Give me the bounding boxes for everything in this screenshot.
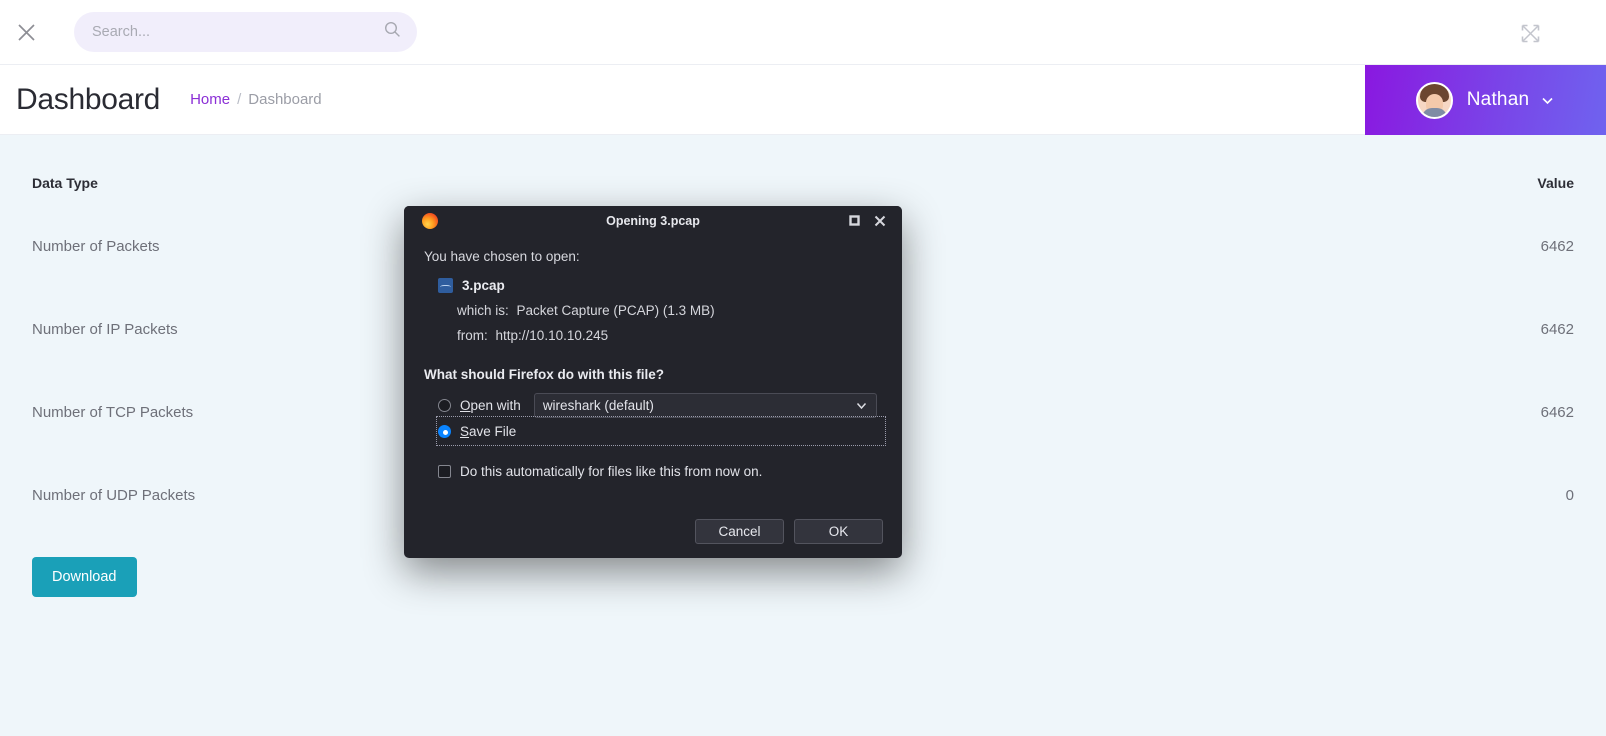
open-with-radio[interactable] <box>438 398 451 412</box>
file-type-label: which is: <box>457 303 509 318</box>
breadcrumb-home[interactable]: Home <box>190 91 230 108</box>
file-name: 3.pcap <box>462 278 505 293</box>
chevron-down-icon <box>855 399 868 412</box>
user-menu[interactable]: Nathan <box>1365 65 1606 135</box>
page-header: Dashboard Home / Dashboard Nathan <box>0 65 1606 135</box>
expand-icon[interactable] <box>1514 17 1546 49</box>
dialog-title: Opening 3.pcap <box>606 213 700 228</box>
open-with-selected-value: wireshark (default) <box>542 397 654 413</box>
open-with-option-row[interactable]: Open with wireshark (default) <box>438 392 882 418</box>
pcap-file-icon <box>438 278 453 293</box>
open-with-label-rest: pen with <box>470 397 521 413</box>
save-file-option-row[interactable]: Save File <box>436 416 886 446</box>
open-with-label: Open with <box>460 397 521 413</box>
cell-value: 6462 <box>1540 404 1574 421</box>
file-source-row: from: http://10.10.10.245 <box>457 328 882 343</box>
maximize-icon[interactable] <box>847 214 861 228</box>
dialog-body: You have chosen to open: 3.pcap which is… <box>404 235 902 479</box>
dialog-intro-text: You have chosen to open: <box>424 249 580 264</box>
file-summary-row: 3.pcap <box>438 278 882 293</box>
dialog-titlebar: Opening 3.pcap <box>404 206 902 235</box>
file-type-value: Packet Capture (PCAP) (1.3 MB) <box>516 303 715 318</box>
cell-value: 0 <box>1565 487 1574 504</box>
chevron-down-icon <box>1540 93 1555 108</box>
dialog-footer: Cancel OK <box>404 519 902 544</box>
dialog-question: What should Firefox do with this file? <box>424 367 664 382</box>
file-source-value: http://10.10.10.245 <box>495 328 609 343</box>
save-file-radio[interactable] <box>438 424 451 438</box>
ok-button[interactable]: OK <box>794 519 883 544</box>
file-source-label: from: <box>457 328 488 343</box>
expand-icon-glyph <box>1521 24 1539 42</box>
column-header-data-type: Data Type <box>32 175 98 191</box>
auto-handle-checkbox[interactable] <box>438 465 451 478</box>
cell-value: 6462 <box>1540 238 1574 255</box>
cell-value: 6462 <box>1540 321 1574 338</box>
search-input[interactable] <box>74 12 417 52</box>
close-icon[interactable] <box>9 15 43 49</box>
auto-handle-label: Do this automatically for files like thi… <box>460 464 763 479</box>
search-box[interactable] <box>74 12 417 52</box>
opening-file-dialog: Opening 3.pcap You have chosen to open: … <box>404 206 902 558</box>
cancel-button[interactable]: Cancel <box>695 519 784 544</box>
table-header-row: Data Type Value <box>16 135 1590 205</box>
save-file-label: Save File <box>460 423 517 439</box>
breadcrumb: Home / Dashboard <box>190 91 322 108</box>
firefox-logo-icon <box>422 212 438 229</box>
close-icon-glyph <box>17 23 35 41</box>
dialog-window-controls <box>847 214 896 228</box>
avatar <box>1415 81 1453 119</box>
close-icon[interactable] <box>873 214 887 228</box>
download-button[interactable]: Download <box>32 557 137 597</box>
file-type-row: which is: Packet Capture (PCAP) (1.3 MB) <box>457 303 882 318</box>
breadcrumb-current: Dashboard <box>248 91 322 108</box>
auto-handle-row[interactable]: Do this automatically for files like thi… <box>438 464 882 479</box>
column-header-value: Value <box>1537 175 1574 191</box>
breadcrumb-separator: / <box>237 91 242 108</box>
save-file-label-rest: ave File <box>469 423 517 439</box>
top-bar <box>0 0 1606 65</box>
user-name: Nathan <box>1466 89 1530 110</box>
page-title: Dashboard <box>16 82 161 116</box>
open-with-select[interactable]: wireshark (default) <box>533 392 877 418</box>
